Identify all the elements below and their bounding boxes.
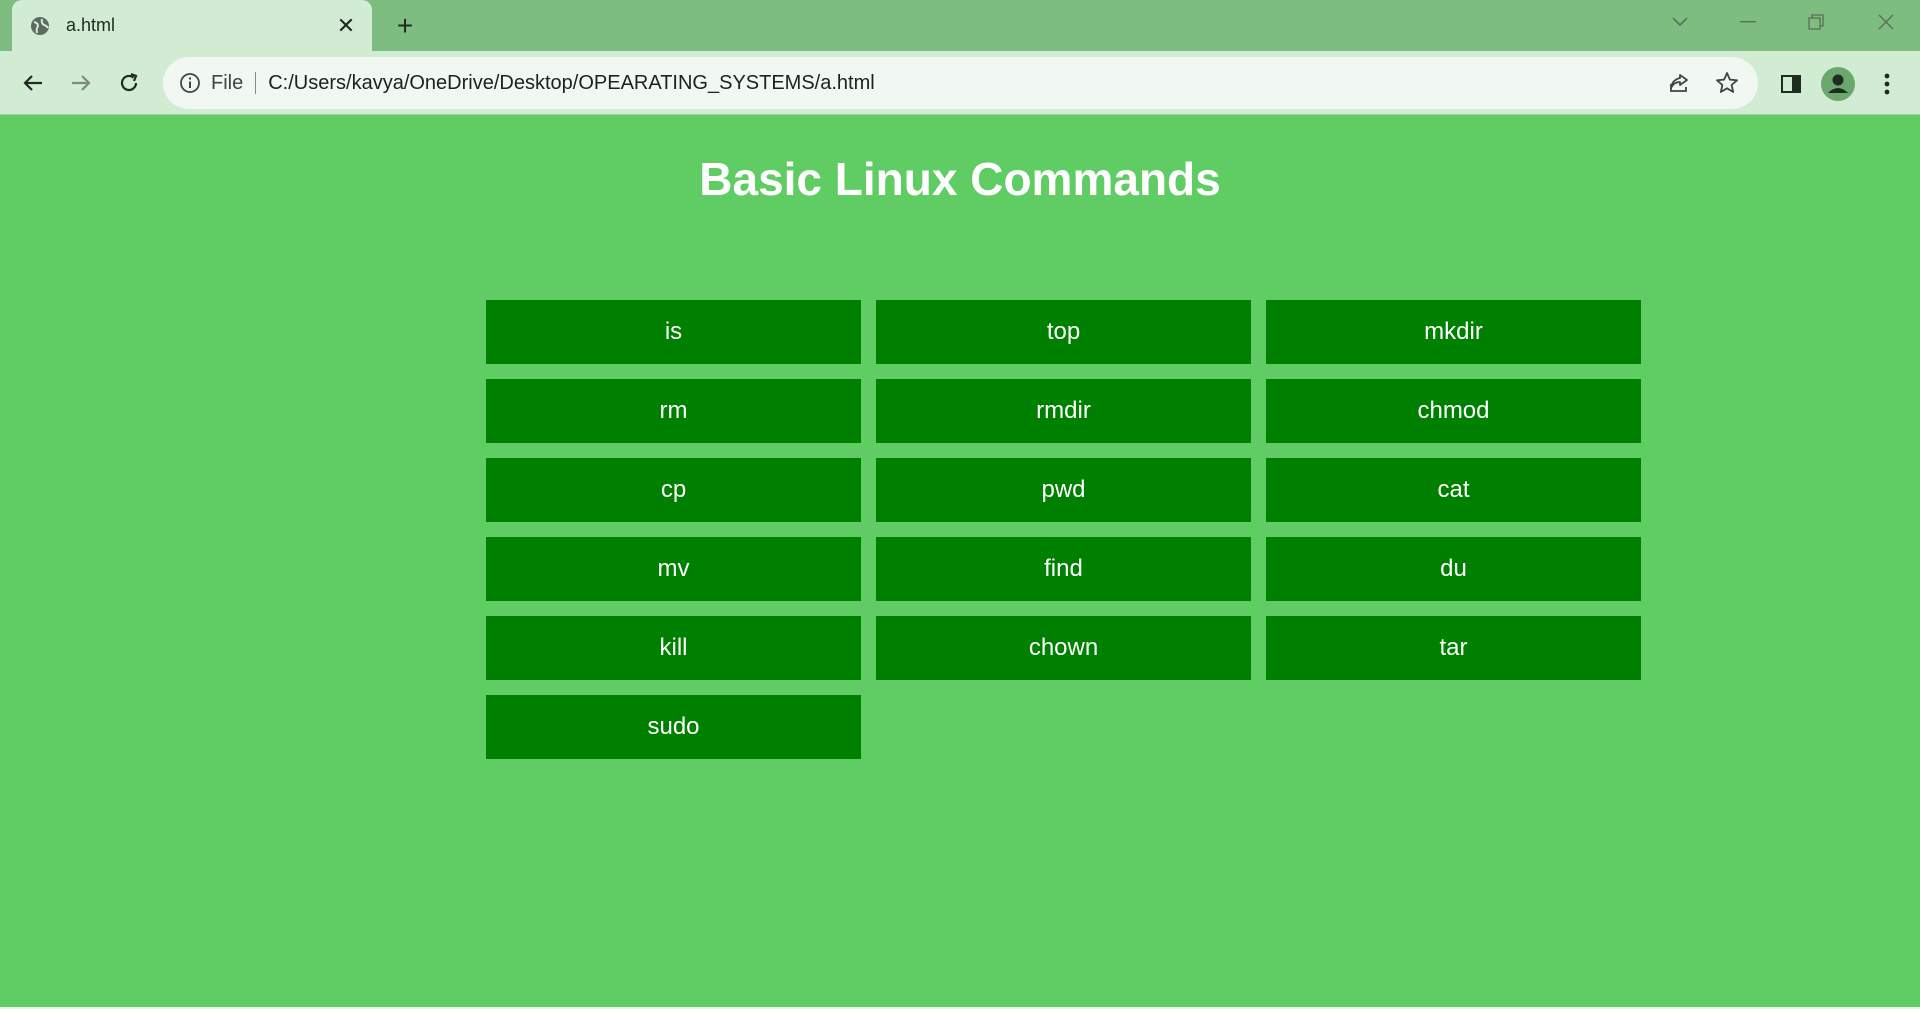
command-button-pwd[interactable]: pwd [876,458,1251,522]
command-grid: is top mkdir rm rmdir chmod cp pwd cat mv find du ki… [486,300,1641,759]
forward-button[interactable] [62,64,100,102]
command-button-du[interactable]: du [1266,537,1641,601]
browser-toolbar: File [0,51,1920,115]
arrow-right-icon [72,75,91,91]
share-icon[interactable] [1664,68,1694,98]
command-button-chmod[interactable]: chmod [1266,379,1641,443]
command-button-rm[interactable]: rm [486,379,861,443]
command-button-find[interactable]: find [876,537,1251,601]
globe-icon [30,16,50,36]
page-content: Basic Linux Commands is top mkdir rm rmdir ch… [0,116,1920,1009]
command-button-kill[interactable]: kill [486,616,861,680]
close-window-icon[interactable] [1856,0,1916,44]
arrow-left-icon [23,75,42,91]
scheme-label: File [211,72,257,94]
tab-bar: a.html ✕ + [0,0,1920,51]
star-icon[interactable] [1712,68,1742,98]
browser-tab[interactable]: a.html ✕ [12,0,372,51]
command-button-mkdir[interactable]: mkdir [1266,300,1641,364]
command-button-sudo[interactable]: sudo [486,695,861,759]
page-title: Basic Linux Commands [699,153,1221,205]
command-button-mv[interactable]: mv [486,537,861,601]
address-bar[interactable]: File [163,57,1758,109]
command-button-top[interactable]: top [876,300,1251,364]
restore-icon[interactable] [1786,0,1846,44]
tab-title: a.html [66,15,116,35]
close-tab-icon[interactable]: ✕ [334,13,358,38]
new-tab-button[interactable]: + [388,10,422,41]
url-input[interactable] [268,71,1646,95]
tab-search-icon[interactable] [1650,0,1710,44]
minimize-icon[interactable] [1718,0,1778,44]
command-button-is[interactable]: is [486,300,861,364]
menu-dots-icon[interactable] [1868,65,1906,103]
side-panel-icon[interactable] [1772,65,1810,103]
command-button-cp[interactable]: cp [486,458,861,522]
back-button[interactable] [14,64,52,102]
command-button-cat[interactable]: cat [1266,458,1641,522]
command-button-rmdir[interactable]: rmdir [876,379,1251,443]
info-icon[interactable] [179,72,201,94]
reload-button[interactable] [110,64,148,102]
profile-avatar[interactable] [1819,65,1857,103]
command-button-chown[interactable]: chown [876,616,1251,680]
reload-icon [120,72,138,92]
command-button-tar[interactable]: tar [1266,616,1641,680]
